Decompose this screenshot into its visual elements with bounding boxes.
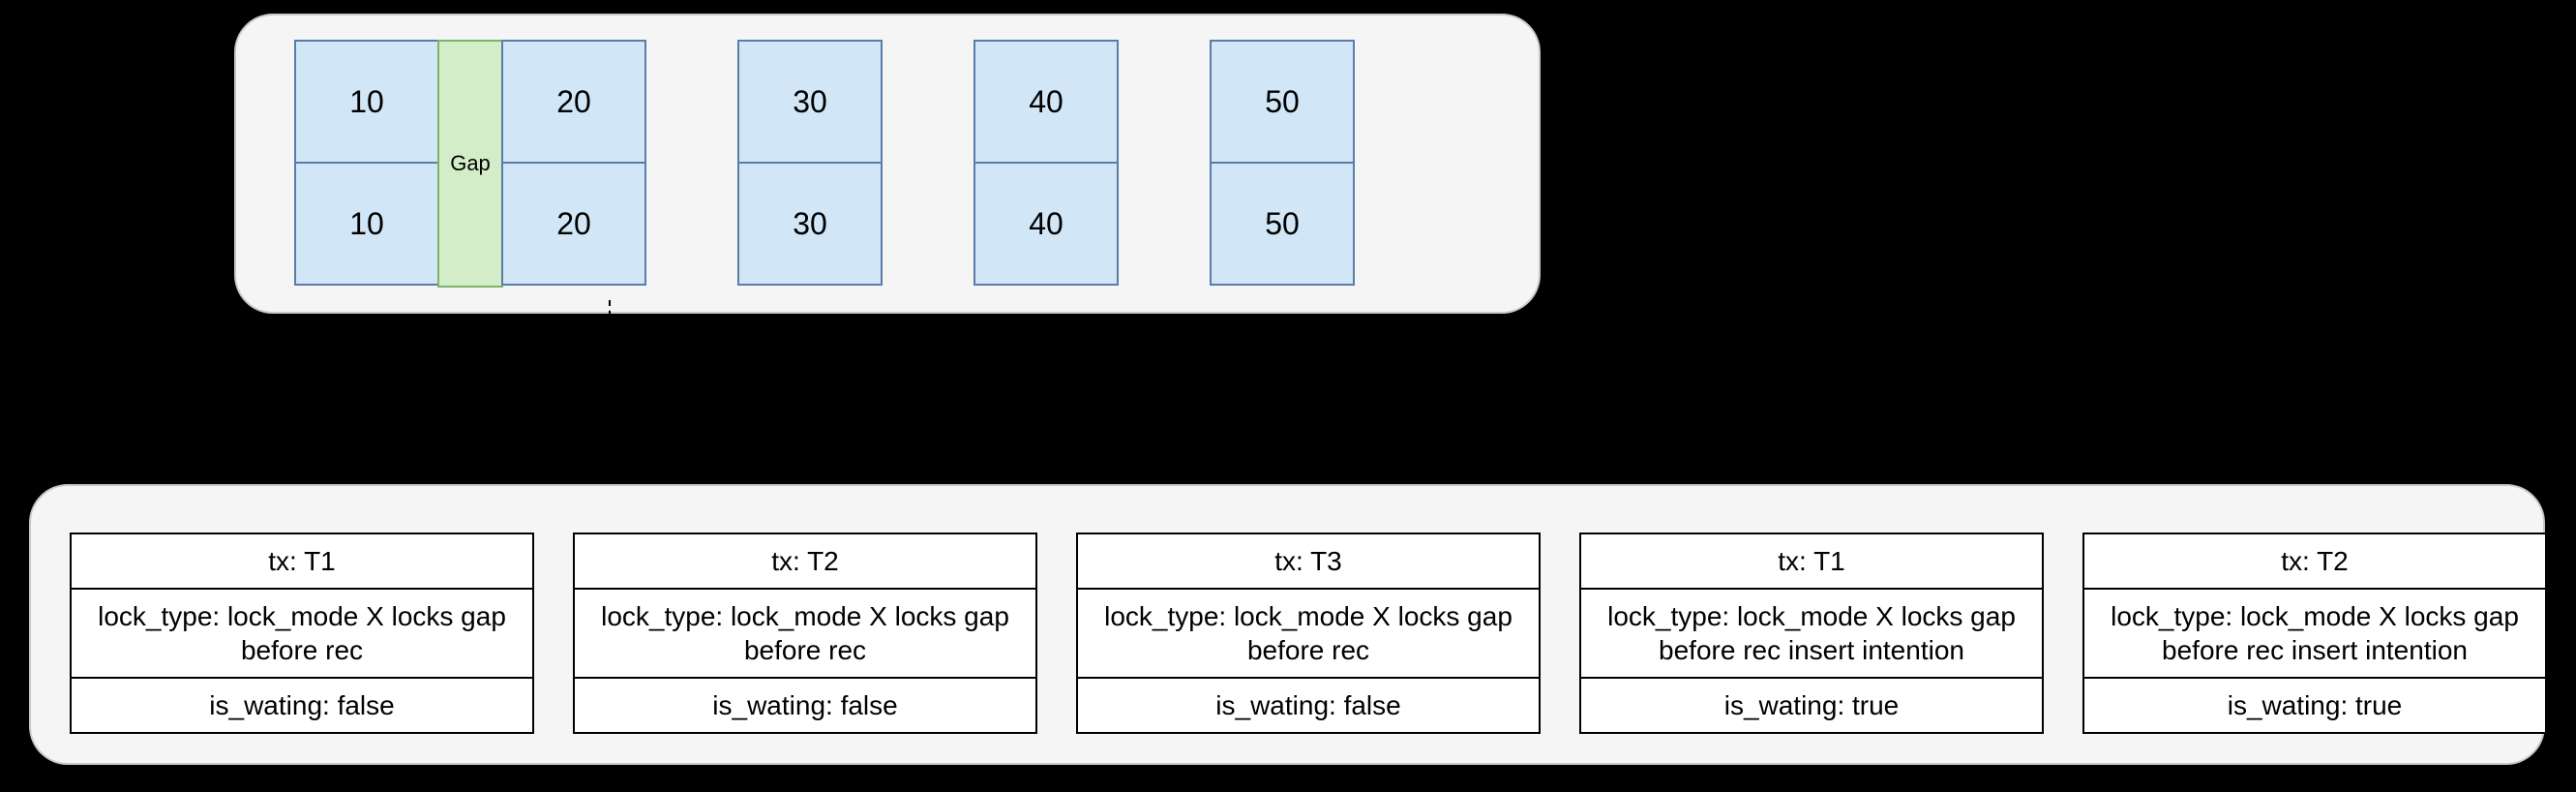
record-block-50: 50 50 xyxy=(1210,40,1355,291)
lock-tx: tx: T1 xyxy=(70,533,534,590)
dashed-connector xyxy=(609,300,611,358)
lock-type: lock_type: lock_mode X locks gap before … xyxy=(573,588,1037,679)
locks-container: tx: T1 lock_type: lock_mode X locks gap … xyxy=(29,484,2545,765)
lock-waiting: is_wating: false xyxy=(70,677,534,734)
data-cell: 30 xyxy=(737,162,883,286)
lock-box-t2-insert: tx: T2 lock_type: lock_mode X locks gap … xyxy=(2082,533,2547,734)
index-cell: 50 xyxy=(1210,40,1355,164)
lock-waiting: is_wating: true xyxy=(1579,677,2044,734)
lock-tx: tx: T2 xyxy=(2082,533,2547,590)
records-container: 10 10 Gap 20 20 30 30 40 40 50 50 xyxy=(234,14,1541,314)
lock-box-t1-gap: tx: T1 lock_type: lock_mode X locks gap … xyxy=(70,533,534,734)
lock-tx: tx: T1 xyxy=(1579,533,2044,590)
record-block-20: 20 20 xyxy=(501,40,646,291)
lock-type: lock_type: lock_mode X locks gap before … xyxy=(1076,588,1541,679)
data-cell: 10 xyxy=(294,162,439,286)
lock-waiting: is_wating: false xyxy=(1076,677,1541,734)
lock-waiting: is_wating: false xyxy=(573,677,1037,734)
lock-box-t2-gap: tx: T2 lock_type: lock_mode X locks gap … xyxy=(573,533,1037,734)
record-block-10: 10 10 xyxy=(294,40,439,291)
index-cell: 40 xyxy=(973,40,1119,164)
data-cell: 40 xyxy=(973,162,1119,286)
lock-type: lock_type: lock_mode X locks gap before … xyxy=(1579,588,2044,679)
lock-type: lock_type: lock_mode X locks gap before … xyxy=(70,588,534,679)
lock-tx: tx: T2 xyxy=(573,533,1037,590)
lock-tx: tx: T3 xyxy=(1076,533,1541,590)
record-block-40: 40 40 xyxy=(973,40,1119,291)
index-cell: 30 xyxy=(737,40,883,164)
lock-box-t1-insert: tx: T1 lock_type: lock_mode X locks gap … xyxy=(1579,533,2044,734)
data-cell: 50 xyxy=(1210,162,1355,286)
gap-block: Gap xyxy=(437,40,503,288)
lock-type: lock_type: lock_mode X locks gap before … xyxy=(2082,588,2547,679)
gap-label: Gap xyxy=(450,151,491,176)
index-cell: 10 xyxy=(294,40,439,164)
index-cell: 20 xyxy=(501,40,646,164)
lock-box-t3-gap: tx: T3 lock_type: lock_mode X locks gap … xyxy=(1076,533,1541,734)
data-cell: 20 xyxy=(501,162,646,286)
lock-waiting: is_wating: true xyxy=(2082,677,2547,734)
record-block-30: 30 30 xyxy=(737,40,883,291)
